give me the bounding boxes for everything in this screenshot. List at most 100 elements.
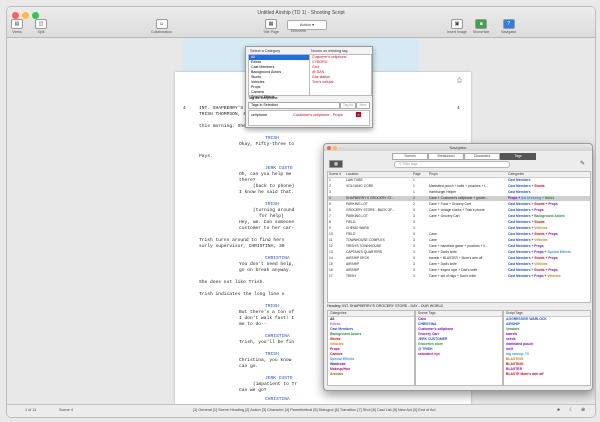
remove-tag-icon[interactable]: × xyxy=(356,112,361,117)
views-button[interactable]: ▤ Views xyxy=(11,19,23,34)
column-header[interactable]: Props xyxy=(429,172,507,177)
table-row[interactable]: 15 AIRSHIP 3 Cane + Dad's knife Cast Members… xyxy=(328,262,590,267)
script-line[interactable]: CHRISTINA xyxy=(265,256,290,261)
script-line[interactable]: me to do-- xyxy=(239,322,267,327)
tab-scenes[interactable]: Scenes xyxy=(392,153,428,160)
view-toggle-icon[interactable]: ▩ xyxy=(329,160,343,168)
table-row[interactable]: 17 TRISH 3 Cane + set of rags + Dad's knife… xyxy=(328,274,590,279)
collaboration-button[interactable]: ☺ Collaboration xyxy=(151,19,172,34)
navigator-button[interactable]: ? Navigator xyxy=(501,19,516,34)
tab-breakdown[interactable]: Breakdown xyxy=(428,153,464,160)
table-cell: Cast Members + Props + Vehicles xyxy=(508,274,590,279)
script-line[interactable]: TRISH xyxy=(265,202,279,207)
table-row[interactable]: 16 AIRSHIP 3 Cane + frayed rope + Dad's kni… xyxy=(328,268,590,273)
script-line[interactable]: Oh, can you help me xyxy=(239,172,291,177)
script-line[interactable]: She does not like Trish. xyxy=(199,280,265,285)
tags-in-selection[interactable]: Tags in Selection xyxy=(248,102,340,109)
script-line[interactable]: I don't walk fast! I xyxy=(239,316,294,321)
split-button[interactable]: ◫ Split xyxy=(35,19,47,34)
pane-item[interactable]: saturated eye xyxy=(416,352,502,357)
table-row[interactable]: 14 AIRSHIP DECK 3 barrels + BLASTER + Mom's… xyxy=(328,256,590,261)
tag-as-button[interactable]: Tag As xyxy=(340,102,356,109)
script-line[interactable]: there? xyxy=(239,178,256,183)
script-line[interactable]: surly supervisor, CHRISTINA, 30 xyxy=(199,244,284,249)
script-line[interactable]: go on break anyway. xyxy=(239,268,291,273)
table-row[interactable]: 9 CHEMO WARD 3 Cast Members + Vehicles xyxy=(328,226,590,231)
table-row[interactable]: 7 PARKING LOT 3 Cane + Grocery Cart Cast Mem… xyxy=(328,214,590,219)
tab-characters[interactable]: Characters xyxy=(464,153,500,160)
column-header[interactable]: Scene # xyxy=(329,172,345,177)
column-header[interactable]: Location xyxy=(346,172,412,177)
table-cell: Cast Members + Props xyxy=(508,208,590,213)
night-mode-icon[interactable]: ☾ xyxy=(569,407,573,413)
table-row[interactable]: 2 VOLCANIC CORE 1 Marinated pouch + knife +… xyxy=(328,184,590,189)
table-row[interactable]: 11 TOWNHOUSE COMPLEX 3 Cane Cast Members + V… xyxy=(328,238,590,243)
print-icon[interactable]: ⎙ xyxy=(457,78,462,85)
script-tags-pane[interactable]: Script Tags AGGRESSIVE WARLOCK AIRSHIP Vend… xyxy=(503,310,591,386)
column-header[interactable]: Categories xyxy=(508,172,590,177)
table-row[interactable]: 8 FIELD 3 Cast Members + Stunts xyxy=(328,220,590,225)
navigator-search[interactable]: ⚲ Filter tags xyxy=(394,161,510,168)
table-cell: Cane + set of rags + Dad's knife xyxy=(429,274,476,278)
table-row[interactable]: 1 LAW TUBE 1 Cast Members xyxy=(328,178,590,183)
table-row[interactable]: 4 SHAPBERRY'S GROCERY ST... 2 Cane + Custom… xyxy=(328,196,590,201)
category-chip: Props xyxy=(548,256,558,260)
script-line[interactable]: (impatient to Tr xyxy=(253,382,297,387)
category-chip: Props xyxy=(534,208,544,212)
navigator-minimize-button[interactable] xyxy=(333,146,337,150)
script-line[interactable]: TRISH xyxy=(265,304,279,309)
script-line[interactable]: (back to phone) xyxy=(253,184,294,189)
scene-tags-pane[interactable]: Scene Tags Cane CHRISTINA Customer's cellph… xyxy=(415,310,503,386)
microphone-icon[interactable]: ● xyxy=(557,407,560,413)
table-row[interactable]: 12 TRISH'S TOWNHOUSE 3 Cane + handheld game… xyxy=(328,244,590,249)
script-line[interactable]: JERK CUSTO xyxy=(265,166,293,171)
title-page-button[interactable]: ▦ Title Page xyxy=(263,19,279,34)
category-chip: Props xyxy=(548,232,558,236)
new-category-button[interactable]: New xyxy=(356,102,370,109)
insert-image-button[interactable]: ▣ Insert Image xyxy=(447,19,467,34)
script-line[interactable]: for help) xyxy=(259,214,284,219)
category-list[interactable]: All Extras Cast Members Background Actors St… xyxy=(248,54,311,99)
table-row[interactable]: 3 1 Hamburger Helper Cast Members xyxy=(328,190,590,195)
table-cell: 3 xyxy=(413,262,415,266)
table-row[interactable]: 13 CAPTAIN'S QUARTERS 3 Cane + Dad's knife C… xyxy=(328,250,590,255)
showhide-button[interactable]: ■ ShowHide xyxy=(473,19,489,34)
table-cell: PARKING LOT xyxy=(346,214,368,218)
script-line[interactable]: Can we go? xyxy=(239,388,267,393)
table-row[interactable]: 10 FIELD 3 Cane Cast Members + Stunts + Prop… xyxy=(328,232,590,237)
categories-pane[interactable]: Categories All Extras Cast Members Backgroun… xyxy=(327,310,415,386)
add-tag-icon[interactable]: ✎ xyxy=(580,160,585,167)
script-line[interactable]: can go. xyxy=(239,364,258,369)
table-cell: TRISH xyxy=(346,274,356,278)
column-header[interactable]: Page xyxy=(413,172,428,177)
table-cell: Cast Members + Stunts xyxy=(508,184,590,189)
script-line[interactable]: TRISH xyxy=(265,352,279,357)
table-row[interactable]: 6 GROCERY STORE - BACK OF... 3 Cane + vinta… xyxy=(328,208,590,213)
noun-item[interactable]: Tom's cellular xyxy=(310,80,371,85)
pane-item[interactable]: Animals xyxy=(328,372,414,377)
script-line[interactable]: JERK CUSTO xyxy=(265,376,293,381)
tab-tags[interactable]: Tags xyxy=(500,153,536,160)
script-line[interactable]: Hey, um. Can someone xyxy=(239,220,294,225)
zoom-icon[interactable]: ⊕ xyxy=(581,407,585,413)
script-line[interactable]: I know he said that. xyxy=(239,190,294,195)
nouns-list[interactable]: Customer's cellphone CYBORG Cart @ DAN Gas s… xyxy=(309,54,372,96)
script-line[interactable]: Trish indicates the long line o xyxy=(199,292,284,297)
script-line[interactable]: Okay, Fifty-three to xyxy=(239,142,294,147)
navigator-close-button[interactable] xyxy=(327,146,331,150)
script-line[interactable]: Christina, you know xyxy=(239,358,291,363)
script-line[interactable]: customer to her car- xyxy=(239,226,294,231)
table-cell: 1 xyxy=(413,178,415,182)
table-row[interactable]: 5 PARKING LOT 2 Cane + Food + Grocery Cart C… xyxy=(328,202,590,207)
script-line[interactable]: CHRISTINA xyxy=(265,334,290,339)
script-line[interactable]: You don't need help, xyxy=(239,262,294,267)
script-line[interactable]: (turning around xyxy=(253,208,294,213)
script-line[interactable]: Pays. xyxy=(199,154,213,159)
script-line[interactable]: But there's a ton of xyxy=(239,310,294,315)
pane-item[interactable]: BLASTE Mom's arm off xyxy=(504,372,590,377)
script-line[interactable]: Trish, you'll be fin xyxy=(239,340,294,345)
script-line[interactable]: Trish turns around to find hers xyxy=(199,238,284,243)
script-line[interactable]: TRISH xyxy=(265,136,279,141)
script-line[interactable]: CHRISTINA xyxy=(265,397,290,402)
table-cell: AIRSHIP xyxy=(346,262,360,266)
